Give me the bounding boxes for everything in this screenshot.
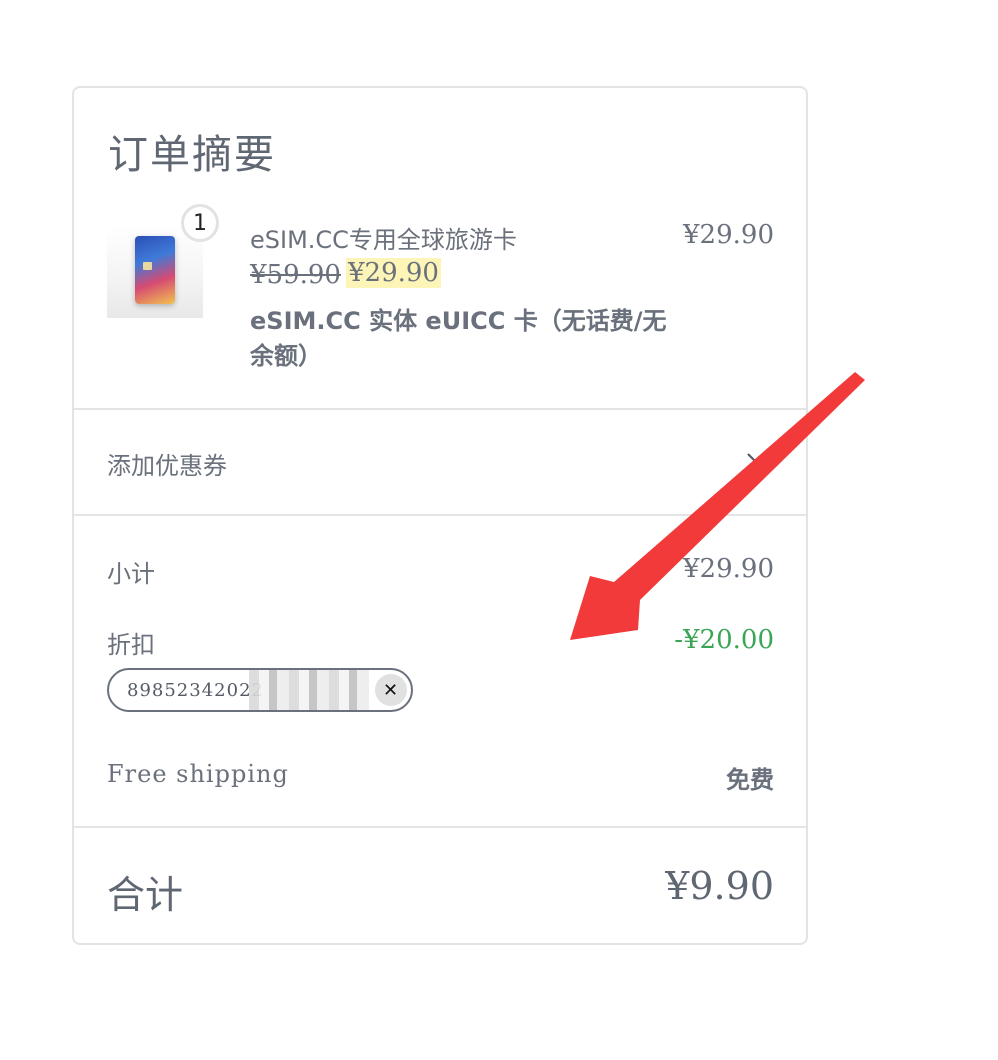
- shipping-value: 免费: [726, 766, 774, 794]
- line-item-price: ¥29.90: [683, 220, 774, 250]
- product-image: [107, 226, 203, 318]
- remove-coupon-button[interactable]: ✕: [375, 674, 407, 706]
- original-price: ¥59.90: [250, 260, 341, 290]
- quantity-badge: 1: [181, 204, 219, 242]
- divider: [74, 826, 806, 828]
- applied-coupon-tag: 89852342022 ✕: [107, 668, 413, 712]
- product-variant: eSIM.CC 实体 eUICC 卡（无话费/无余额）: [250, 307, 667, 370]
- sale-price: ¥29.90: [346, 258, 441, 288]
- order-summary-title: 订单摘要: [108, 132, 276, 178]
- total-value: ¥9.90: [665, 864, 774, 908]
- product-name: eSIM.CC专用全球旅游卡: [250, 226, 517, 254]
- add-coupon-label: 添加优惠券: [107, 452, 227, 480]
- sim-chip-icon: [143, 262, 152, 270]
- shipping-label: Free shipping: [107, 760, 289, 788]
- redacted-code-blur: [249, 670, 369, 710]
- annotation-arrow-icon: [570, 372, 865, 640]
- discount-label: 折扣: [107, 631, 155, 659]
- total-label: 合计: [107, 873, 184, 917]
- applied-coupon-code: 89852342022: [127, 679, 264, 701]
- subtotal-label: 小计: [107, 560, 155, 588]
- esim-card-image: [135, 236, 175, 304]
